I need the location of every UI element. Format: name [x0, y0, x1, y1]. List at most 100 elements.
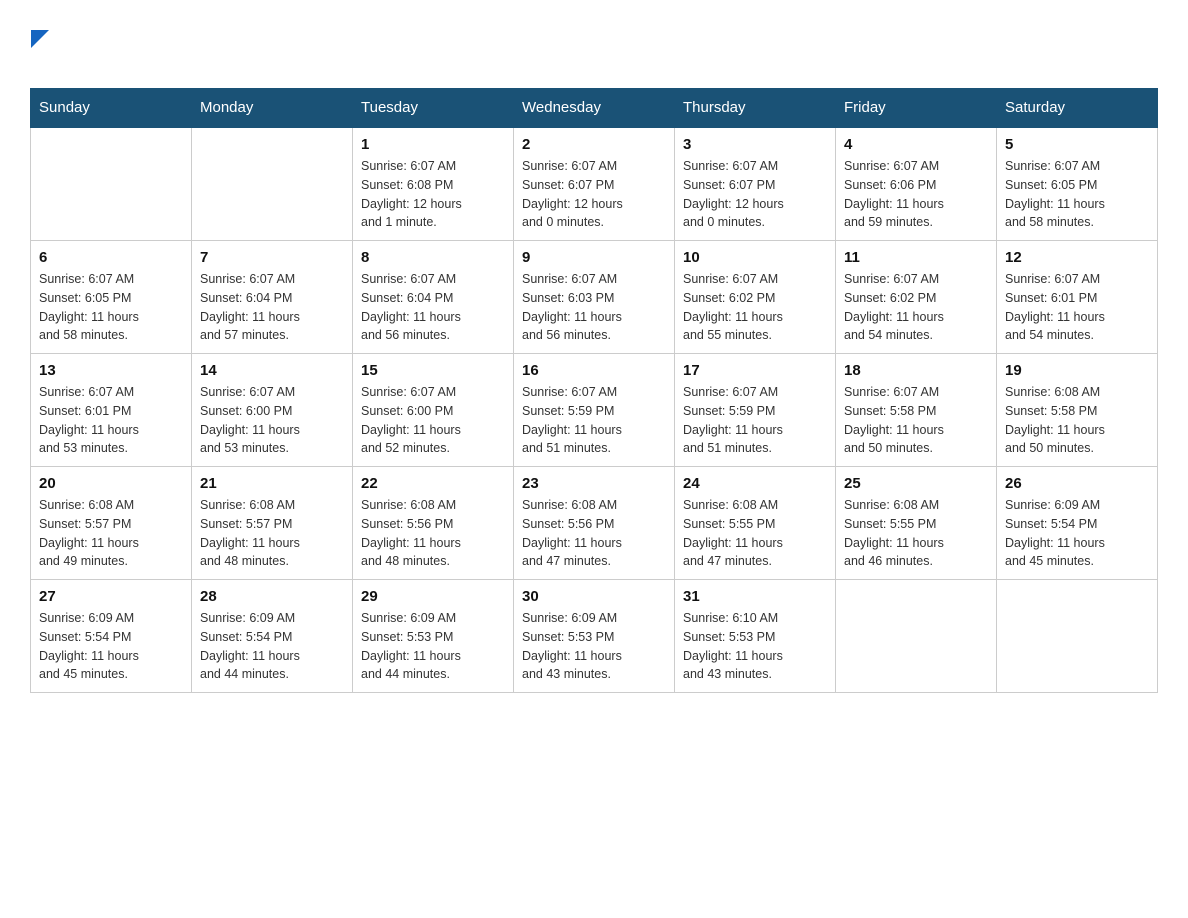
day-info: Sunrise: 6:07 AMSunset: 6:08 PMDaylight:… — [361, 157, 505, 232]
calendar-cell: 19 Sunrise: 6:08 AMSunset: 5:58 PMDayligh… — [997, 354, 1158, 467]
day-info: Sunrise: 6:07 AMSunset: 6:02 PMDaylight:… — [844, 270, 988, 345]
day-info: Sunrise: 6:09 AMSunset: 5:54 PMDaylight:… — [1005, 496, 1149, 571]
day-info: Sunrise: 6:07 AMSunset: 6:05 PMDaylight:… — [1005, 157, 1149, 232]
day-info: Sunrise: 6:07 AMSunset: 6:04 PMDaylight:… — [200, 270, 344, 345]
day-number: 1 — [361, 136, 505, 153]
calendar-cell: 30 Sunrise: 6:09 AMSunset: 5:53 PMDayligh… — [514, 580, 675, 693]
calendar-cell: 8 Sunrise: 6:07 AMSunset: 6:04 PMDaylight… — [353, 241, 514, 354]
weekday-header-row: SundayMondayTuesdayWednesdayThursdayFrid… — [31, 89, 1158, 128]
day-number: 2 — [522, 136, 666, 153]
day-info: Sunrise: 6:08 AMSunset: 5:55 PMDaylight:… — [683, 496, 827, 571]
weekday-header-friday: Friday — [836, 89, 997, 128]
day-number: 31 — [683, 588, 827, 605]
day-number: 8 — [361, 249, 505, 266]
calendar-week-row: 20 Sunrise: 6:08 AMSunset: 5:57 PMDayligh… — [31, 467, 1158, 580]
day-info: Sunrise: 6:07 AMSunset: 6:04 PMDaylight:… — [361, 270, 505, 345]
weekday-header-wednesday: Wednesday — [514, 89, 675, 128]
day-number: 13 — [39, 362, 183, 379]
day-number: 17 — [683, 362, 827, 379]
day-number: 27 — [39, 588, 183, 605]
weekday-header-monday: Monday — [192, 89, 353, 128]
day-info: Sunrise: 6:07 AMSunset: 6:05 PMDaylight:… — [39, 270, 183, 345]
day-number: 22 — [361, 475, 505, 492]
calendar-cell: 24 Sunrise: 6:08 AMSunset: 5:55 PMDayligh… — [675, 467, 836, 580]
day-info: Sunrise: 6:08 AMSunset: 5:57 PMDaylight:… — [39, 496, 183, 571]
calendar-cell: 13 Sunrise: 6:07 AMSunset: 6:01 PMDayligh… — [31, 354, 192, 467]
day-number: 3 — [683, 136, 827, 153]
calendar-cell: 18 Sunrise: 6:07 AMSunset: 5:58 PMDayligh… — [836, 354, 997, 467]
day-number: 4 — [844, 136, 988, 153]
calendar-cell: 21Sunrise: 6:08 AMSunset: 5:57 PMDayligh… — [192, 467, 353, 580]
calendar-cell: 6 Sunrise: 6:07 AMSunset: 6:05 PMDaylight… — [31, 241, 192, 354]
weekday-header-thursday: Thursday — [675, 89, 836, 128]
day-number: 28 — [200, 588, 344, 605]
day-info: Sunrise: 6:07 AMSunset: 6:01 PMDaylight:… — [39, 383, 183, 458]
day-info: Sunrise: 6:07 AMSunset: 6:00 PMDaylight:… — [361, 383, 505, 458]
day-info: Sunrise: 6:07 AMSunset: 6:02 PMDaylight:… — [683, 270, 827, 345]
logo-triangle-icon — [31, 30, 53, 52]
calendar-cell: 1 Sunrise: 6:07 AMSunset: 6:08 PMDaylight… — [353, 127, 514, 241]
calendar-cell: 20 Sunrise: 6:08 AMSunset: 5:57 PMDayligh… — [31, 467, 192, 580]
calendar-cell: 27 Sunrise: 6:09 AMSunset: 5:54 PMDayligh… — [31, 580, 192, 693]
day-number: 16 — [522, 362, 666, 379]
day-info: Sunrise: 6:09 AMSunset: 5:53 PMDaylight:… — [522, 609, 666, 684]
logo-text — [30, 30, 54, 52]
day-number: 18 — [844, 362, 988, 379]
day-number: 14 — [200, 362, 344, 379]
calendar-cell — [192, 127, 353, 241]
calendar-cell: 22Sunrise: 6:08 AMSunset: 5:56 PMDayligh… — [353, 467, 514, 580]
calendar-cell: 10Sunrise: 6:07 AMSunset: 6:02 PMDayligh… — [675, 241, 836, 354]
day-info: Sunrise: 6:09 AMSunset: 5:54 PMDaylight:… — [200, 609, 344, 684]
calendar-cell: 5 Sunrise: 6:07 AMSunset: 6:05 PMDaylight… — [997, 127, 1158, 241]
day-number: 12 — [1005, 249, 1149, 266]
weekday-header-tuesday: Tuesday — [353, 89, 514, 128]
day-info: Sunrise: 6:07 AMSunset: 6:07 PMDaylight:… — [522, 157, 666, 232]
day-info: Sunrise: 6:07 AMSunset: 5:59 PMDaylight:… — [683, 383, 827, 458]
day-info: Sunrise: 6:08 AMSunset: 5:56 PMDaylight:… — [522, 496, 666, 571]
calendar-table: SundayMondayTuesdayWednesdayThursdayFrid… — [30, 88, 1158, 693]
day-info: Sunrise: 6:09 AMSunset: 5:54 PMDaylight:… — [39, 609, 183, 684]
logo — [30, 30, 54, 78]
calendar-cell: 29 Sunrise: 6:09 AMSunset: 5:53 PMDayligh… — [353, 580, 514, 693]
calendar-cell: 12 Sunrise: 6:07 AMSunset: 6:01 PMDayligh… — [997, 241, 1158, 354]
day-number: 6 — [39, 249, 183, 266]
day-number: 30 — [522, 588, 666, 605]
calendar-week-row: 1 Sunrise: 6:07 AMSunset: 6:08 PMDaylight… — [31, 127, 1158, 241]
day-number: 9 — [522, 249, 666, 266]
calendar-cell: 26 Sunrise: 6:09 AMSunset: 5:54 PMDayligh… — [997, 467, 1158, 580]
day-number: 20 — [39, 475, 183, 492]
day-number: 11 — [844, 249, 988, 266]
calendar-week-row: 13 Sunrise: 6:07 AMSunset: 6:01 PMDayligh… — [31, 354, 1158, 467]
page-header — [30, 30, 1158, 78]
day-info: Sunrise: 6:07 AMSunset: 6:06 PMDaylight:… — [844, 157, 988, 232]
calendar-cell: 14Sunrise: 6:07 AMSunset: 6:00 PMDayligh… — [192, 354, 353, 467]
day-number: 15 — [361, 362, 505, 379]
calendar-cell: 28 Sunrise: 6:09 AMSunset: 5:54 PMDayligh… — [192, 580, 353, 693]
calendar-cell: 16 Sunrise: 6:07 AMSunset: 5:59 PMDayligh… — [514, 354, 675, 467]
calendar-week-row: 6 Sunrise: 6:07 AMSunset: 6:05 PMDaylight… — [31, 241, 1158, 354]
calendar-cell — [31, 127, 192, 241]
calendar-cell: 4 Sunrise: 6:07 AMSunset: 6:06 PMDaylight… — [836, 127, 997, 241]
day-number: 19 — [1005, 362, 1149, 379]
calendar-cell: 23 Sunrise: 6:08 AMSunset: 5:56 PMDayligh… — [514, 467, 675, 580]
calendar-cell: 9Sunrise: 6:07 AMSunset: 6:03 PMDaylight… — [514, 241, 675, 354]
day-info: Sunrise: 6:09 AMSunset: 5:53 PMDaylight:… — [361, 609, 505, 684]
day-number: 26 — [1005, 475, 1149, 492]
calendar-cell: 2 Sunrise: 6:07 AMSunset: 6:07 PMDaylight… — [514, 127, 675, 241]
day-number: 21 — [200, 475, 344, 492]
day-info: Sunrise: 6:07 AMSunset: 5:59 PMDaylight:… — [522, 383, 666, 458]
day-info: Sunrise: 6:07 AMSunset: 6:01 PMDaylight:… — [1005, 270, 1149, 345]
day-number: 23 — [522, 475, 666, 492]
day-info: Sunrise: 6:08 AMSunset: 5:55 PMDaylight:… — [844, 496, 988, 571]
day-info: Sunrise: 6:07 AMSunset: 5:58 PMDaylight:… — [844, 383, 988, 458]
calendar-cell: 17 Sunrise: 6:07 AMSunset: 5:59 PMDayligh… — [675, 354, 836, 467]
day-number: 29 — [361, 588, 505, 605]
day-info: Sunrise: 6:08 AMSunset: 5:58 PMDaylight:… — [1005, 383, 1149, 458]
day-number: 5 — [1005, 136, 1149, 153]
day-number: 24 — [683, 475, 827, 492]
calendar-cell — [997, 580, 1158, 693]
weekday-header-saturday: Saturday — [997, 89, 1158, 128]
calendar-week-row: 27 Sunrise: 6:09 AMSunset: 5:54 PMDayligh… — [31, 580, 1158, 693]
calendar-cell: 11 Sunrise: 6:07 AMSunset: 6:02 PMDayligh… — [836, 241, 997, 354]
day-number: 7 — [200, 249, 344, 266]
